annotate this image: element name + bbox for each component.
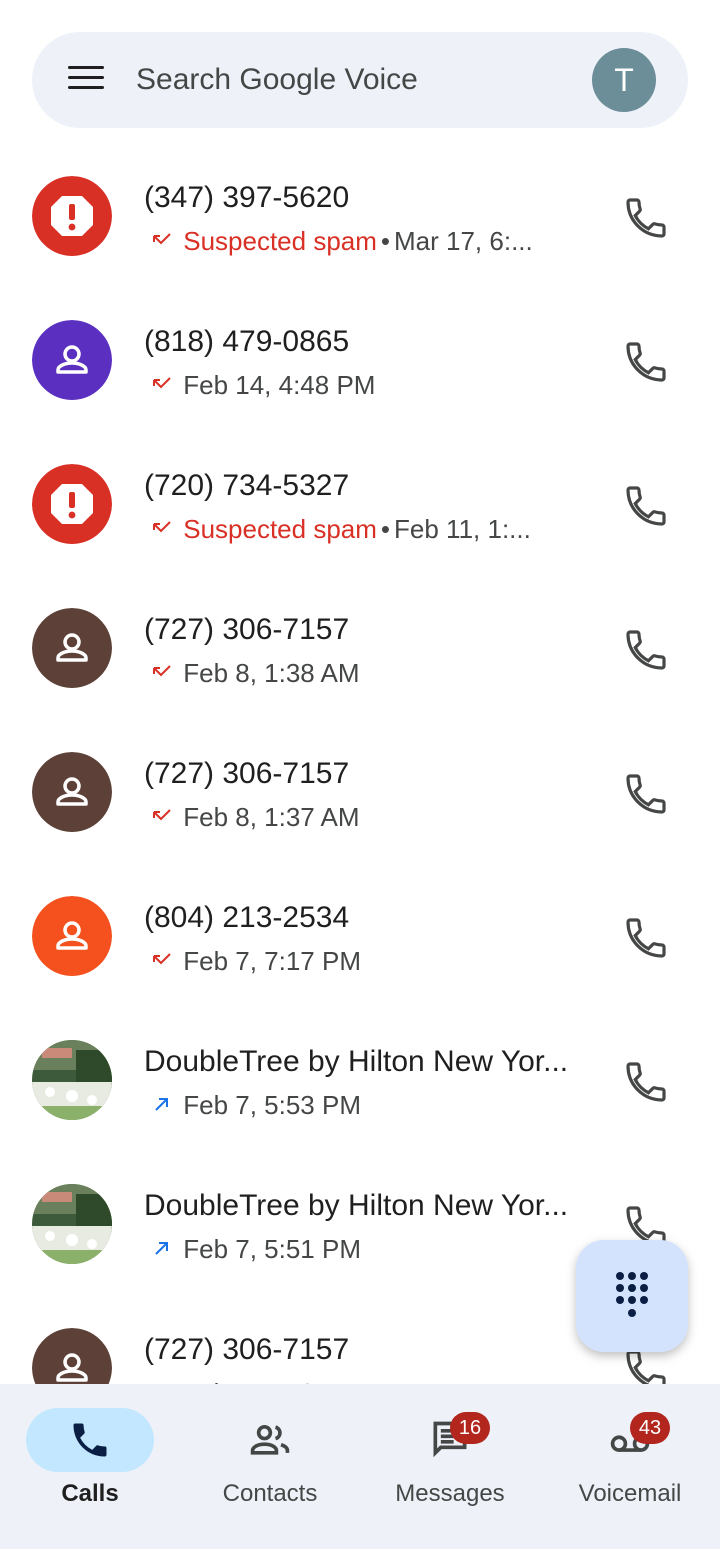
missed-call-icon xyxy=(153,521,171,533)
caller-name: (720) 734-5327 xyxy=(144,469,350,502)
call-button[interactable] xyxy=(622,482,670,530)
messages-badge: 16 xyxy=(450,1412,490,1444)
person-icon xyxy=(32,1328,112,1384)
call-button[interactable] xyxy=(622,914,670,962)
phone-icon xyxy=(626,486,666,526)
contact-photo xyxy=(32,1040,112,1120)
call-details: Suspected spam • Feb 11, 1:... xyxy=(148,512,568,546)
call-row[interactable]: DoubleTree by Hilton New Yor... Feb 7, 5… xyxy=(0,1008,720,1152)
outgoing-call-icon xyxy=(155,1242,168,1255)
call-row[interactable]: (818) 479-0865 Feb 14, 4:48 PM xyxy=(0,288,720,432)
caller-name: (818) 479-0865 xyxy=(144,325,350,358)
spam-icon xyxy=(32,464,112,544)
contact-avatar xyxy=(32,608,112,688)
call-details: Feb 14, 4:48 PM xyxy=(148,368,568,402)
contact-avatar xyxy=(32,176,112,256)
call-button[interactable] xyxy=(622,770,670,818)
phone-icon xyxy=(626,198,666,238)
call-button[interactable] xyxy=(622,194,670,242)
tab-messages-label: Messages xyxy=(395,1480,505,1507)
call-time: Feb 14, 4:48 PM xyxy=(183,370,376,400)
caller-name: (804) 213-2534 xyxy=(144,901,350,934)
call-details: Suspected spam • Mar 17, 6:... xyxy=(148,224,568,258)
voicemail-badge: 43 xyxy=(630,1412,670,1444)
missed-call-icon xyxy=(153,665,171,677)
call-details: Feb 7, 5:53 PM xyxy=(148,1088,568,1122)
bottom-nav: Calls Contacts 16 Messages 43 Voicemail xyxy=(0,1384,720,1549)
tab-messages[interactable]: 16 Messages xyxy=(360,1384,540,1549)
call-time: Feb 7, 5:51 PM xyxy=(183,1234,361,1264)
call-row[interactable]: (727) 306-7157 Feb 8, 1:38 AM xyxy=(0,576,720,720)
tab-contacts-label: Contacts xyxy=(222,1480,318,1507)
tab-voicemail[interactable]: 43 Voicemail xyxy=(540,1384,720,1549)
contact-avatar xyxy=(32,1040,112,1120)
call-time: Feb 7, 5:53 PM xyxy=(183,1090,361,1120)
caller-name: DoubleTree by Hilton New Yor... xyxy=(144,1045,569,1078)
contacts-icon xyxy=(250,1424,290,1455)
tab-contacts[interactable]: Contacts xyxy=(180,1384,360,1549)
contact-avatar xyxy=(32,896,112,976)
call-time: Feb 11, 1:... xyxy=(394,514,531,544)
call-time: Feb 8, 1:38 AM xyxy=(183,658,360,688)
person-icon xyxy=(32,896,112,976)
call-row[interactable]: (347) 397-5620 Suspected spam • Mar 17, 6:… xyxy=(0,144,720,288)
call-button[interactable] xyxy=(622,1058,670,1106)
search-placeholder[interactable]: Search Google Voice xyxy=(136,60,418,100)
dialpad-button[interactable] xyxy=(576,1240,688,1352)
call-time: Feb 8, 1:37 AM xyxy=(183,802,360,832)
tab-calls[interactable]: Calls xyxy=(0,1384,180,1549)
call-row[interactable]: (727) 306-7157 Feb 8, 1:37 AM xyxy=(0,720,720,864)
call-list: (347) 397-5620 Suspected spam • Mar 17, 6:… xyxy=(0,144,720,1384)
call-time: Feb 7, 7:17 PM xyxy=(183,946,361,976)
person-icon xyxy=(32,320,112,400)
call-details: Feb 8, 1:38 AM xyxy=(148,656,568,690)
contact-avatar xyxy=(32,464,112,544)
contact-avatar xyxy=(32,1184,112,1264)
phone-icon xyxy=(626,918,666,958)
call-details: Feb 7, 5:51 PM xyxy=(148,1232,568,1266)
account-avatar[interactable]: T xyxy=(592,48,656,112)
phone-icon xyxy=(626,342,666,382)
caller-name: (727) 306-7157 xyxy=(144,1333,350,1366)
spam-label: Suspected spam xyxy=(183,514,377,544)
phone-icon xyxy=(626,630,666,670)
call-row[interactable]: (720) 734-5327 Suspected spam • Feb 11, 1:… xyxy=(0,432,720,576)
outgoing-call-icon xyxy=(155,1098,168,1111)
spam-icon xyxy=(32,176,112,256)
caller-name: DoubleTree by Hilton New Yor... xyxy=(144,1189,569,1222)
person-icon xyxy=(32,752,112,832)
search-bar[interactable]: Search Google Voice T xyxy=(32,32,688,128)
missed-call-icon xyxy=(153,809,171,821)
phone-icon xyxy=(626,774,666,814)
missed-call-icon xyxy=(153,377,171,389)
call-details: Feb 7, 7:17 PM xyxy=(148,944,568,978)
phone-icon xyxy=(73,1423,107,1457)
separator-dot: • xyxy=(380,226,391,256)
contact-avatar xyxy=(32,1328,112,1384)
contact-avatar xyxy=(32,752,112,832)
tab-calls-label: Calls xyxy=(61,1480,119,1507)
separator-dot: • xyxy=(380,514,391,544)
dialpad-icon xyxy=(616,1272,648,1317)
call-details: Feb 8, 1:37 AM xyxy=(148,800,568,834)
phone-icon xyxy=(626,1062,666,1102)
caller-name: (727) 306-7157 xyxy=(144,613,350,646)
call-details: Feb 7, 5:49 PM xyxy=(148,1376,568,1384)
menu-icon[interactable] xyxy=(68,66,108,94)
missed-call-icon xyxy=(153,233,171,245)
caller-name: (727) 306-7157 xyxy=(144,757,350,790)
contact-avatar xyxy=(32,320,112,400)
caller-name: (347) 397-5620 xyxy=(144,181,350,214)
call-button[interactable] xyxy=(622,626,670,674)
missed-call-icon xyxy=(153,953,171,965)
call-button[interactable] xyxy=(622,338,670,386)
tab-voicemail-label: Voicemail xyxy=(578,1480,682,1507)
contact-photo xyxy=(32,1184,112,1264)
person-icon xyxy=(32,608,112,688)
spam-label: Suspected spam xyxy=(183,226,377,256)
call-time: Mar 17, 6:... xyxy=(394,226,533,256)
call-row[interactable]: (804) 213-2534 Feb 7, 7:17 PM xyxy=(0,864,720,1008)
